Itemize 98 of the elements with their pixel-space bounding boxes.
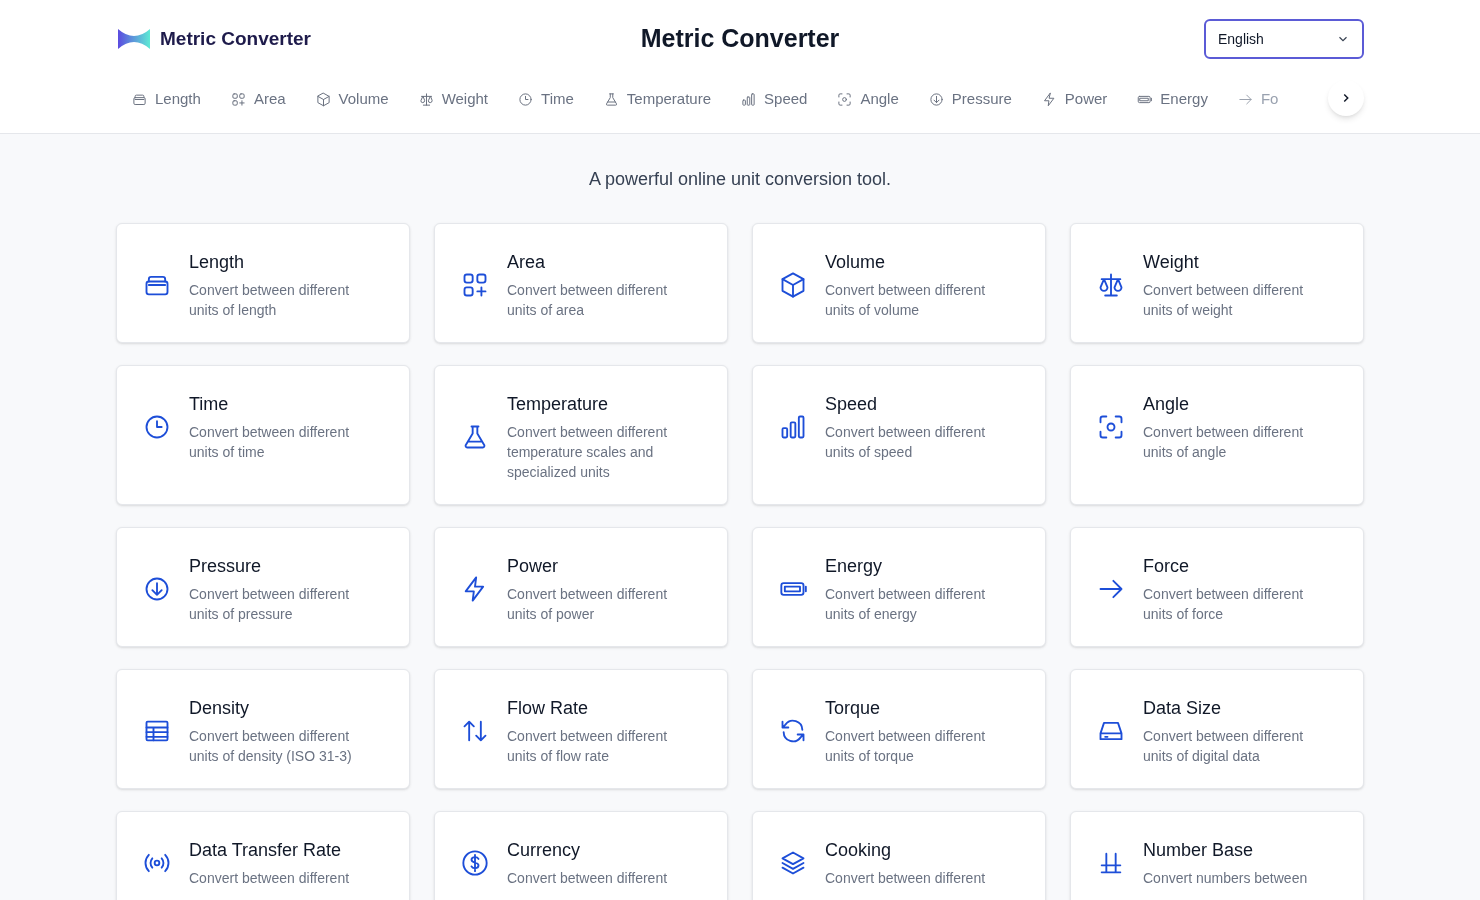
scroll-right-button[interactable] <box>1328 80 1364 116</box>
cube-icon <box>315 92 331 107</box>
card-title: Pressure <box>189 555 263 578</box>
card-title: Currency <box>507 839 582 862</box>
nav-link[interactable]: Time <box>518 88 574 111</box>
card-description: Convert between different units of area <box>507 281 669 320</box>
nav-link[interactable]: Power <box>1041 88 1108 111</box>
clock-icon <box>143 413 171 441</box>
card-title: Energy <box>825 555 884 578</box>
card-title: Temperature <box>507 393 610 416</box>
category-card[interactable]: Power Convert between different units of power <box>434 527 728 647</box>
nav-link[interactable]: Weight <box>418 88 489 111</box>
card-description: Convert between different <box>507 869 669 888</box>
nav-link[interactable]: Pressure <box>928 88 1012 111</box>
card-description: Convert between different units of speed <box>825 423 987 462</box>
card-description: Convert between different units of length <box>189 281 351 320</box>
card-title: Data Size <box>1143 697 1223 720</box>
nav-link[interactable]: Volume <box>315 88 389 111</box>
nav-link[interactable]: Length <box>132 88 201 111</box>
logo-icon <box>116 27 152 51</box>
card-title: Cooking <box>825 839 893 862</box>
category-card[interactable]: Time Convert between different units of time <box>116 365 410 505</box>
arrow-down-circle-icon <box>143 575 171 603</box>
category-card[interactable]: Flow Rate Convert between different units of flow rate <box>434 669 728 789</box>
card-description: Convert between different units of weight <box>1143 281 1305 320</box>
logo-text[interactable]: Metric Converter <box>160 24 311 54</box>
card-description: Convert between different units of torque <box>825 727 987 766</box>
card-description: Convert between different units of time <box>189 423 351 462</box>
card-title: Force <box>1143 555 1190 578</box>
grid-plus-icon <box>230 92 246 107</box>
category-card[interactable]: Temperature Convert between different temperature scales and specialized units <box>434 365 728 505</box>
focus-icon <box>1097 413 1125 441</box>
dollar-circle-icon <box>461 849 489 877</box>
category-card[interactable]: Area Convert between different units of area <box>434 223 728 343</box>
page-title: Metric Converter <box>640 23 840 55</box>
tagline: A powerful online unit conversion tool. <box>587 168 893 191</box>
cube-icon <box>779 271 807 299</box>
scale-icon <box>418 92 434 107</box>
card-description: Convert between different units of pressure <box>189 585 351 624</box>
category-card[interactable]: Volume Convert between different units of volume <box>752 223 1046 343</box>
card-description: Convert between different units of density (ISO 31-3) <box>189 727 353 766</box>
card-title: Angle <box>1143 393 1191 416</box>
category-card[interactable]: Currency Convert between different <box>434 811 728 900</box>
arrow-right-icon <box>1237 92 1253 107</box>
nav-link[interactable]: Angle <box>837 88 899 111</box>
lightning-icon <box>1041 92 1057 107</box>
nav-link[interactable]: Area <box>230 88 286 111</box>
nav-link[interactable]: Energy <box>1137 88 1208 111</box>
category-card[interactable]: Pressure Convert between different units of pressure <box>116 527 410 647</box>
card-title: Torque <box>825 697 882 720</box>
card-description: Convert between different units of force <box>1143 585 1305 624</box>
layers-icon <box>779 849 807 877</box>
card-description: Convert between different units of angle <box>1143 423 1305 462</box>
category-card[interactable]: Angle Convert between different units of angle <box>1070 365 1364 505</box>
card-title: Speed <box>825 393 879 416</box>
card-title: Density <box>189 697 251 720</box>
scale-icon <box>1097 271 1125 299</box>
flask-icon <box>603 92 619 107</box>
card-description: Convert between different units of power <box>507 585 669 624</box>
card-title: Power <box>507 555 560 578</box>
bar-chart-icon <box>741 92 757 107</box>
category-card[interactable]: Number Base Convert numbers between <box>1070 811 1364 900</box>
card-description: Convert between different units of flow rate <box>507 727 669 766</box>
card-description: Convert between different units of energy <box>825 585 987 624</box>
category-card[interactable]: Force Convert between different units of force <box>1070 527 1364 647</box>
category-card[interactable]: Data Size Convert between different units of digital data <box>1070 669 1364 789</box>
category-card[interactable]: Length Convert between different units of length <box>116 223 410 343</box>
card-description: Convert between different units of digital data <box>1143 727 1305 766</box>
stack-icon <box>132 92 147 107</box>
clock-icon <box>518 92 534 107</box>
nav-link[interactable]: Speed <box>741 88 808 111</box>
arrow-down-circle-icon <box>928 92 944 107</box>
category-card[interactable]: Cooking Convert between different <box>752 811 1046 900</box>
card-title: Time <box>189 393 230 416</box>
category-card[interactable]: Speed Convert between different units of speed <box>752 365 1046 505</box>
grid-plus-icon <box>461 271 489 299</box>
card-title: Number Base <box>1143 839 1255 862</box>
category-card[interactable]: Weight Convert between different units of weight <box>1070 223 1364 343</box>
card-description: Convert numbers between <box>1143 869 1309 888</box>
card-title: Weight <box>1143 251 1200 274</box>
card-description: Convert between different <box>189 869 351 888</box>
card-description: Convert between different units of volume <box>825 281 987 320</box>
card-title: Area <box>507 251 547 274</box>
language-select[interactable]: English <box>1204 19 1364 59</box>
category-card[interactable]: Energy Convert between different units of energy <box>752 527 1046 647</box>
nav-link[interactable]: Temperature <box>603 88 712 111</box>
category-card[interactable]: Data Transfer Rate Convert between different <box>116 811 410 900</box>
card-title: Length <box>189 251 246 274</box>
card-title: Data Transfer Rate <box>189 839 343 862</box>
card-description: Convert between different <box>825 869 987 888</box>
card-title: Flow Rate <box>507 697 590 720</box>
refresh-icon <box>779 717 807 745</box>
bar-chart-icon <box>779 413 807 441</box>
card-description: Convert between different temperature scales and specialized units <box>507 423 669 482</box>
focus-icon <box>837 92 853 107</box>
category-card[interactable]: Torque Convert between different units of torque <box>752 669 1046 789</box>
card-title: Volume <box>825 251 887 274</box>
category-card[interactable]: Density Convert between different units of density (ISO 31-3) <box>116 669 410 789</box>
